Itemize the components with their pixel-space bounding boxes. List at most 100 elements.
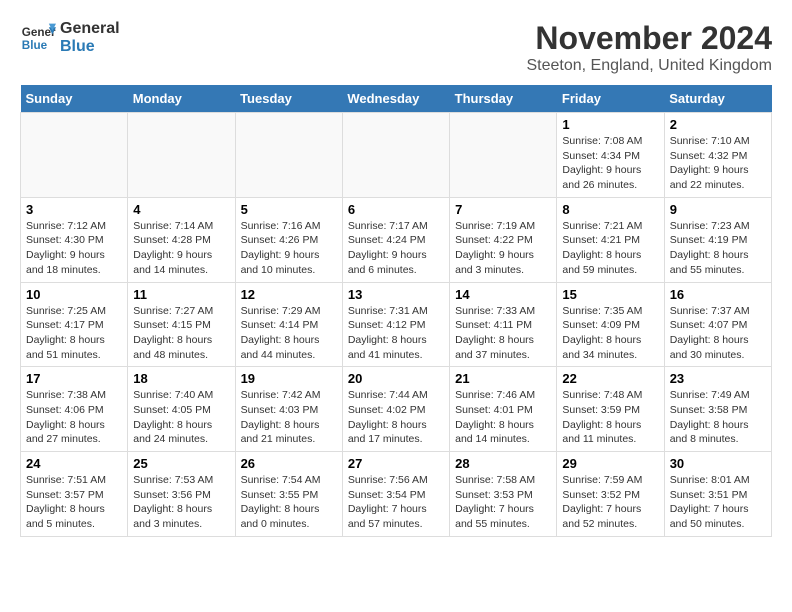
day-info: Sunrise: 7:40 AM Sunset: 4:05 PM Dayligh… [133, 388, 229, 447]
day-number: 26 [241, 456, 337, 471]
day-number: 25 [133, 456, 229, 471]
calendar-day-cell: 2Sunrise: 7:10 AM Sunset: 4:32 PM Daylig… [664, 113, 771, 198]
day-number: 30 [670, 456, 766, 471]
day-info: Sunrise: 7:58 AM Sunset: 3:53 PM Dayligh… [455, 473, 551, 532]
day-number: 23 [670, 371, 766, 386]
day-info: Sunrise: 7:35 AM Sunset: 4:09 PM Dayligh… [562, 304, 658, 363]
day-number: 17 [26, 371, 122, 386]
calendar-day-cell: 23 Sunrise: 7:49 AM Sunset: 3:58 PM Dayli… [664, 367, 771, 452]
day-info: Sunrise: 7:08 AM Sunset: 4:34 PM Dayligh… [562, 134, 658, 193]
calendar-day-cell: 25 Sunrise: 7:53 AM Sunset: 3:56 PM Dayli… [128, 452, 235, 537]
day-info: Sunrise: 7:29 AM Sunset: 4:14 PM Dayligh… [241, 304, 337, 363]
title-area: November 2024 Steeton, England, United K… [527, 20, 773, 75]
calendar-day-cell [128, 113, 235, 198]
day-number: 3 [26, 202, 122, 217]
weekday-header-cell: Wednesday [342, 85, 449, 113]
calendar-week-row: 3 Sunrise: 7:12 AM Sunset: 4:30 PM Daylig… [21, 197, 772, 282]
day-number: 24 [26, 456, 122, 471]
weekday-header-cell: Tuesday [235, 85, 342, 113]
calendar-day-cell: 22 Sunrise: 7:48 AM Sunset: 3:59 PM Dayli… [557, 367, 664, 452]
svg-text:Blue: Blue [22, 39, 48, 52]
day-number: 2 [670, 117, 766, 132]
day-info: Sunrise: 7:12 AM Sunset: 4:30 PM Dayligh… [26, 219, 122, 278]
day-number: 6 [348, 202, 444, 217]
calendar-day-cell: 16 Sunrise: 7:37 AM Sunset: 4:07 PM Dayli… [664, 282, 771, 367]
day-info: Sunrise: 8:01 AM Sunset: 3:51 PM Dayligh… [670, 473, 766, 532]
calendar-day-cell: 12 Sunrise: 7:29 AM Sunset: 4:14 PM Dayli… [235, 282, 342, 367]
calendar-week-row: 17 Sunrise: 7:38 AM Sunset: 4:06 PM Dayli… [21, 367, 772, 452]
logo-icon: General Blue [20, 20, 56, 56]
calendar-day-cell: 7 Sunrise: 7:19 AM Sunset: 4:22 PM Daylig… [450, 197, 557, 282]
day-info: Sunrise: 7:38 AM Sunset: 4:06 PM Dayligh… [26, 388, 122, 447]
weekday-header-cell: Sunday [21, 85, 128, 113]
calendar-day-cell: 6 Sunrise: 7:17 AM Sunset: 4:24 PM Daylig… [342, 197, 449, 282]
calendar-day-cell: 10Sunrise: 7:25 AM Sunset: 4:17 PM Dayli… [21, 282, 128, 367]
day-number: 20 [348, 371, 444, 386]
day-info: Sunrise: 7:23 AM Sunset: 4:19 PM Dayligh… [670, 219, 766, 278]
day-number: 28 [455, 456, 551, 471]
weekday-header-cell: Friday [557, 85, 664, 113]
calendar-day-cell: 13Sunrise: 7:31 AM Sunset: 4:12 PM Dayli… [342, 282, 449, 367]
calendar-day-cell: 24 Sunrise: 7:51 AM Sunset: 3:57 PM Dayli… [21, 452, 128, 537]
day-info: Sunrise: 7:48 AM Sunset: 3:59 PM Dayligh… [562, 388, 658, 447]
day-number: 18 [133, 371, 229, 386]
day-info: Sunrise: 7:56 AM Sunset: 3:54 PM Dayligh… [348, 473, 444, 532]
day-number: 9 [670, 202, 766, 217]
calendar-day-cell: 26 Sunrise: 7:54 AM Sunset: 3:55 PM Dayli… [235, 452, 342, 537]
calendar-day-cell: 11Sunrise: 7:27 AM Sunset: 4:15 PM Dayli… [128, 282, 235, 367]
day-info: Sunrise: 7:31 AM Sunset: 4:12 PM Dayligh… [348, 304, 444, 363]
calendar-day-cell: 15 Sunrise: 7:35 AM Sunset: 4:09 PM Dayli… [557, 282, 664, 367]
day-number: 27 [348, 456, 444, 471]
day-info: Sunrise: 7:21 AM Sunset: 4:21 PM Dayligh… [562, 219, 658, 278]
calendar-day-cell: 8 Sunrise: 7:21 AM Sunset: 4:21 PM Daylig… [557, 197, 664, 282]
logo: General Blue General Blue [20, 20, 120, 56]
day-number: 19 [241, 371, 337, 386]
calendar-day-cell: 18 Sunrise: 7:40 AM Sunset: 4:05 PM Dayli… [128, 367, 235, 452]
logo-general: General [60, 20, 120, 38]
day-number: 16 [670, 287, 766, 302]
calendar-day-cell [21, 113, 128, 198]
calendar-day-cell: 30 Sunrise: 8:01 AM Sunset: 3:51 PM Dayli… [664, 452, 771, 537]
calendar-day-cell: 21Sunrise: 7:46 AM Sunset: 4:01 PM Dayli… [450, 367, 557, 452]
calendar-day-cell [235, 113, 342, 198]
day-number: 5 [241, 202, 337, 217]
calendar-day-cell: 4 Sunrise: 7:14 AM Sunset: 4:28 PM Daylig… [128, 197, 235, 282]
day-info: Sunrise: 7:49 AM Sunset: 3:58 PM Dayligh… [670, 388, 766, 447]
day-number: 22 [562, 371, 658, 386]
month-title: November 2024 [527, 20, 773, 57]
day-info: Sunrise: 7:17 AM Sunset: 4:24 PM Dayligh… [348, 219, 444, 278]
day-info: Sunrise: 7:33 AM Sunset: 4:11 PM Dayligh… [455, 304, 551, 363]
day-info: Sunrise: 7:53 AM Sunset: 3:56 PM Dayligh… [133, 473, 229, 532]
calendar-week-row: 1Sunrise: 7:08 AM Sunset: 4:34 PM Daylig… [21, 113, 772, 198]
day-number: 15 [562, 287, 658, 302]
day-info: Sunrise: 7:51 AM Sunset: 3:57 PM Dayligh… [26, 473, 122, 532]
logo-blue: Blue [60, 38, 120, 56]
day-info: Sunrise: 7:19 AM Sunset: 4:22 PM Dayligh… [455, 219, 551, 278]
calendar-day-cell: 28 Sunrise: 7:58 AM Sunset: 3:53 PM Dayli… [450, 452, 557, 537]
weekday-header-row: SundayMondayTuesdayWednesdayThursdayFrid… [21, 85, 772, 113]
day-number: 14 [455, 287, 551, 302]
calendar-day-cell: 19Sunrise: 7:42 AM Sunset: 4:03 PM Dayli… [235, 367, 342, 452]
calendar-day-cell: 1Sunrise: 7:08 AM Sunset: 4:34 PM Daylig… [557, 113, 664, 198]
calendar-week-row: 24 Sunrise: 7:51 AM Sunset: 3:57 PM Dayli… [21, 452, 772, 537]
weekday-header-cell: Thursday [450, 85, 557, 113]
day-info: Sunrise: 7:14 AM Sunset: 4:28 PM Dayligh… [133, 219, 229, 278]
day-info: Sunrise: 7:54 AM Sunset: 3:55 PM Dayligh… [241, 473, 337, 532]
calendar-day-cell: 3 Sunrise: 7:12 AM Sunset: 4:30 PM Daylig… [21, 197, 128, 282]
day-number: 7 [455, 202, 551, 217]
calendar-body: 1Sunrise: 7:08 AM Sunset: 4:34 PM Daylig… [21, 113, 772, 537]
calendar-table: SundayMondayTuesdayWednesdayThursdayFrid… [20, 85, 772, 537]
day-number: 11 [133, 287, 229, 302]
day-number: 8 [562, 202, 658, 217]
day-info: Sunrise: 7:25 AM Sunset: 4:17 PM Dayligh… [26, 304, 122, 363]
day-number: 12 [241, 287, 337, 302]
calendar-day-cell: 17 Sunrise: 7:38 AM Sunset: 4:06 PM Dayli… [21, 367, 128, 452]
day-info: Sunrise: 7:37 AM Sunset: 4:07 PM Dayligh… [670, 304, 766, 363]
calendar-day-cell: 9 Sunrise: 7:23 AM Sunset: 4:19 PM Daylig… [664, 197, 771, 282]
weekday-header-cell: Monday [128, 85, 235, 113]
day-number: 4 [133, 202, 229, 217]
calendar-week-row: 10Sunrise: 7:25 AM Sunset: 4:17 PM Dayli… [21, 282, 772, 367]
calendar-day-cell: 29Sunrise: 7:59 AM Sunset: 3:52 PM Dayli… [557, 452, 664, 537]
day-number: 29 [562, 456, 658, 471]
calendar-day-cell [342, 113, 449, 198]
